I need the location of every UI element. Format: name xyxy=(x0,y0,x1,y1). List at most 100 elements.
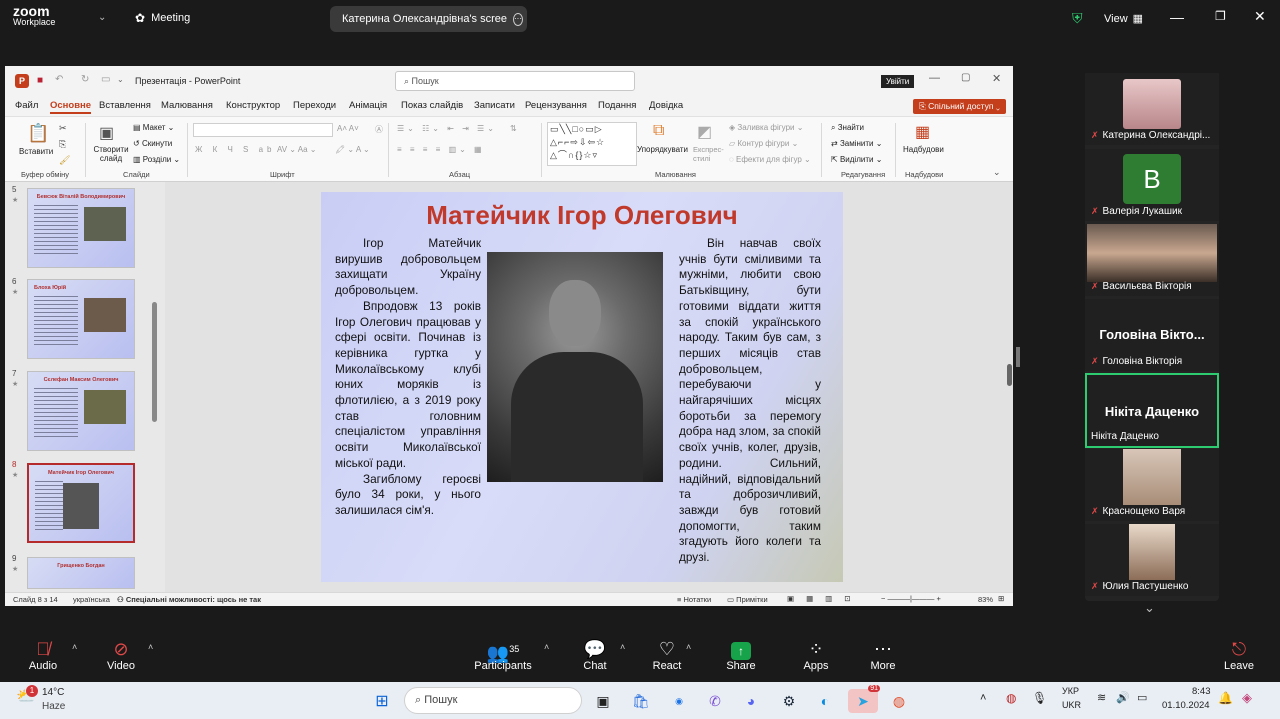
clear-format-icon[interactable]: Ⓐ xyxy=(375,124,383,135)
tab-animations[interactable]: Анімація xyxy=(349,100,387,111)
microphone-icon[interactable]: 🎙 xyxy=(1032,691,1047,705)
arrange-button[interactable]: Упорядкувати xyxy=(637,145,688,154)
paste-button[interactable]: Вставити xyxy=(19,147,53,156)
clock-time[interactable]: 8:43 xyxy=(1192,686,1211,697)
maximize-icon[interactable]: ❐ xyxy=(1215,9,1226,23)
store-icon[interactable]: 🛍 xyxy=(630,689,652,713)
windows-start-icon[interactable]: ⊞ xyxy=(370,689,394,713)
slide-thumbnail-6[interactable]: Блоха Юрій xyxy=(27,279,135,359)
format-painter-icon[interactable]: 🖌 xyxy=(59,155,70,166)
react-button[interactable]: ♡ React xyxy=(632,638,702,672)
replace-button[interactable]: ⇄ Замінити ⌄ xyxy=(831,139,882,148)
chevron-down-icon[interactable]: ⌄ xyxy=(98,12,106,23)
tab-record[interactable]: Записати xyxy=(474,100,515,111)
participant-tile[interactable]: B ✗ Валерія Лукашик xyxy=(1085,149,1219,221)
zoom-tray-icon[interactable]: ◍ xyxy=(1006,691,1016,705)
undo-icon[interactable]: ↶ xyxy=(55,74,63,85)
shapes-gallery[interactable]: ▭╲╲□○▭▷ △⌐⌐⇨⇩⇦☆ △⌒∩{}☆▿ xyxy=(547,122,637,166)
weather-widget[interactable]: ⛅ 1 xyxy=(16,685,38,705)
slide-thumbnail-5[interactable]: Бевсюк Віталій Володимирович xyxy=(27,188,135,268)
more-button[interactable]: ⋯ More xyxy=(848,638,918,672)
layout-button[interactable]: ▤ Макет ⌄ xyxy=(133,123,174,132)
text-direction-icon[interactable]: ⇅ xyxy=(510,124,517,133)
wifi-icon[interactable]: ≋ xyxy=(1097,691,1106,704)
leave-button[interactable]: ⎋ Leave xyxy=(1204,638,1274,672)
discord-icon[interactable]: ◕ xyxy=(740,689,762,713)
apps-button[interactable]: ⁘ Apps xyxy=(781,638,851,672)
comments-button[interactable]: ▭ Примітки xyxy=(727,595,768,604)
participant-tile[interactable]: ✗ Катерина Олександрі... xyxy=(1085,73,1219,145)
tab-file[interactable]: Файл xyxy=(15,100,38,111)
addins-icon[interactable]: ▦ xyxy=(915,122,930,142)
align-icons[interactable]: ≡ ≡ ≡ ≡ ▥⌄ ▦ xyxy=(397,145,485,154)
video-button[interactable]: ⊘ Video xyxy=(86,638,156,672)
find-button[interactable]: ⌕ Знайти xyxy=(831,123,864,133)
edge-icon[interactable]: ◐ xyxy=(814,689,836,713)
minimize-icon[interactable]: — xyxy=(1170,9,1184,25)
viber-icon[interactable]: ✆ xyxy=(704,689,726,713)
signin-button[interactable]: Увійти xyxy=(881,75,915,88)
tab-help[interactable]: Довідка xyxy=(649,100,683,111)
slide-thumbnail-9[interactable]: Грищенко Богдан xyxy=(27,557,135,589)
maximize-icon[interactable]: ▢ xyxy=(961,72,970,83)
new-slide-icon[interactable]: ▣ xyxy=(99,123,114,143)
clock-date[interactable]: 01.10.2024 xyxy=(1162,700,1210,711)
steam-icon[interactable]: ⚙ xyxy=(778,689,800,713)
notes-button[interactable]: ≡ Нотатки xyxy=(677,595,711,604)
participants-button[interactable]: 👥35 Participants xyxy=(468,638,538,672)
font-color-icon[interactable]: 🖍 ⌄ A ⌄ xyxy=(335,145,370,154)
screen-share-pill[interactable]: Катерина Олександрівна's scree ··· xyxy=(330,6,527,32)
cut-icon[interactable]: ✂ xyxy=(59,123,67,134)
chevron-up-icon[interactable]: ˄ xyxy=(686,642,691,652)
language-indicator[interactable]: УКР xyxy=(1062,686,1079,696)
battery-icon[interactable]: ▭ xyxy=(1137,691,1147,704)
participant-tile[interactable]: Головіна Вікто... ✗ Головіна Вікторія xyxy=(1085,299,1219,371)
chevron-up-icon[interactable]: ˄ xyxy=(72,642,77,652)
tab-review[interactable]: Рецензування xyxy=(525,100,587,111)
more-icon[interactable]: ··· xyxy=(513,12,523,26)
share-button[interactable]: ⎘ Спільний доступ ⌄ xyxy=(913,99,1006,114)
font-style-icons[interactable]: Ж К Ч S ab xyxy=(195,145,276,154)
chevron-up-icon[interactable]: ˄ xyxy=(148,642,153,652)
paste-icon[interactable]: 📋 xyxy=(27,123,49,144)
chrome-icon[interactable]: ◍ xyxy=(888,689,910,713)
notification-bell-icon[interactable]: 🔔 xyxy=(1218,691,1233,705)
zoom-slider[interactable]: − ———|——— + xyxy=(881,594,941,603)
save-icon[interactable]: ■ xyxy=(37,75,43,86)
audio-button[interactable]: 🎙̸ Audio xyxy=(8,638,78,672)
share-screen-button[interactable]: ↑ Share xyxy=(706,638,776,672)
thumbs-scrollbar[interactable] xyxy=(152,302,157,422)
tab-home[interactable]: Основне xyxy=(50,100,92,114)
tab-transitions[interactable]: Переходи xyxy=(293,100,336,111)
telegram-icon[interactable]: ➤ 91 xyxy=(848,685,880,713)
tab-insert[interactable]: Вставлення xyxy=(99,100,151,111)
copy-icon[interactable]: ⎘ xyxy=(59,139,66,150)
slide-thumbnail-8[interactable]: Матейчик Ігор Олегович xyxy=(27,463,135,543)
language-status[interactable]: українська xyxy=(73,595,110,604)
view-button[interactable]: View ▦ xyxy=(1104,12,1143,26)
chevron-down-icon[interactable]: ⌄ xyxy=(1144,600,1155,616)
arrange-icon[interactable]: ⧉ xyxy=(653,122,664,140)
char-spacing-icon[interactable]: AV ⌄ Aa ⌄ xyxy=(277,145,317,154)
slide-scrollbar-thumb[interactable] xyxy=(1007,364,1012,386)
quick-styles-icon[interactable]: ◩ xyxy=(697,122,712,142)
participant-tile[interactable]: ✗ Краснощеко Варя xyxy=(1085,449,1219,521)
redo-icon[interactable]: ↻ xyxy=(81,74,89,85)
view-mode-icons[interactable]: ▣▦▥⊡ xyxy=(787,594,863,603)
accessibility-status[interactable]: ⚇ Спеціальні можливості: щось не так xyxy=(117,595,261,604)
shield-icon[interactable]: ⛨ xyxy=(1072,10,1083,27)
chevron-up-icon[interactable]: ˄ xyxy=(620,642,625,652)
participant-tile-active-speaker[interactable]: Нікіта Даценко Нікіта Даценко xyxy=(1085,373,1219,448)
select-button[interactable]: ⇱ Виділити ⌄ xyxy=(831,155,882,164)
font-size-increase-icon[interactable]: A˄ A˅ xyxy=(337,124,359,133)
ppt-search-box[interactable]: ⌕ Пошук xyxy=(395,71,635,91)
task-view-icon[interactable]: ▣ xyxy=(592,689,614,713)
customize-qat-icon[interactable]: ⌄ xyxy=(117,75,124,84)
tab-slideshow[interactable]: Показ слайдів xyxy=(401,100,463,111)
slide-thumbnail-7[interactable]: Сєлефан Максим Олегович xyxy=(27,371,135,451)
new-slide-button[interactable]: Створити слайд xyxy=(91,145,131,163)
keyboard-layout-indicator[interactable]: UKR xyxy=(1062,700,1081,710)
shape-outline-button[interactable]: ▱ Контур фігури ⌄ xyxy=(729,139,798,148)
chevron-up-icon[interactable]: ˄ xyxy=(980,692,986,704)
font-name-select[interactable] xyxy=(193,123,333,137)
